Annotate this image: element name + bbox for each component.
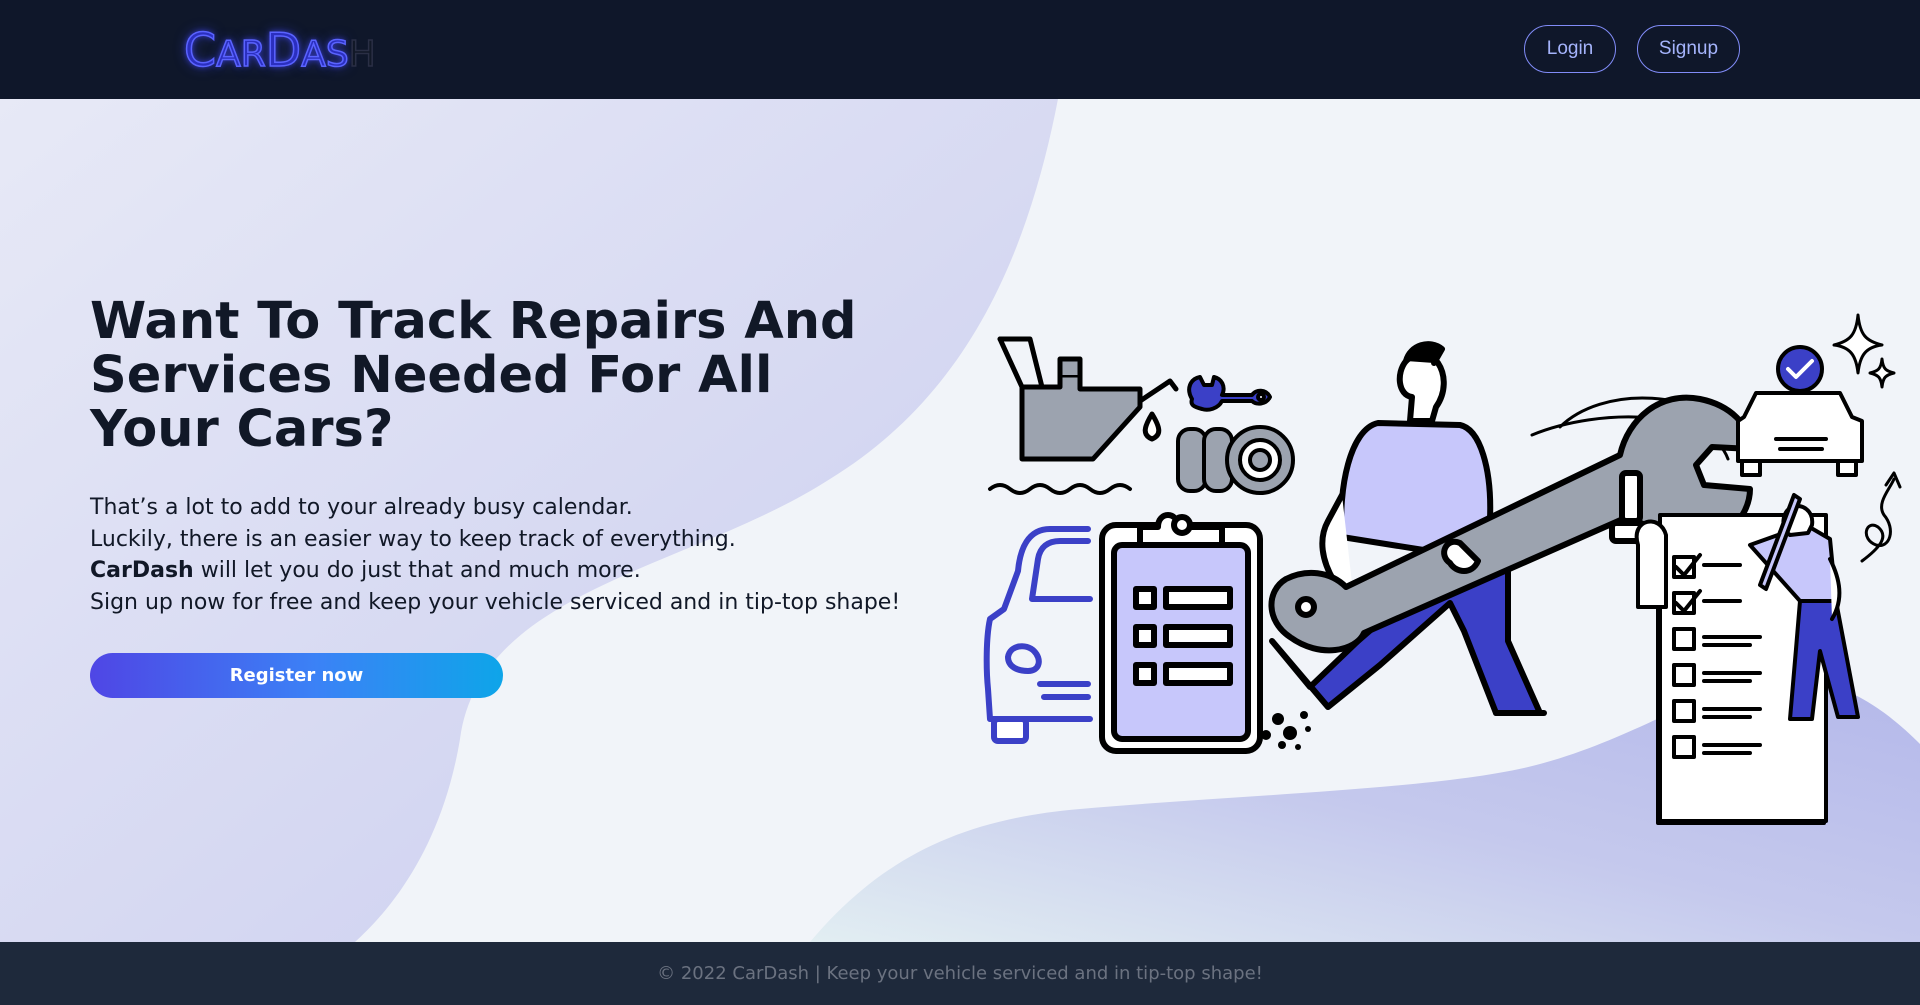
sparkle-icon [1832, 313, 1896, 389]
login-button[interactable]: Login [1524, 25, 1616, 73]
hero-description: That’s a lot to add to your already busy… [90, 492, 950, 618]
description-line: CarDash will let you do just that and mu… [90, 555, 950, 587]
verified-car-icon [1736, 345, 1864, 477]
hero-section: Want To Track Repairs And Services Neede… [0, 99, 1920, 942]
description-line: That’s a lot to add to your already busy… [90, 495, 633, 520]
register-now-button[interactable]: Register now [90, 653, 503, 698]
description-line: Sign up now for free and keep your vehic… [90, 589, 901, 615]
dirt-dots-icon [1257, 711, 1311, 750]
footer: © 2022 CarDash | Keep your vehicle servi… [0, 942, 1920, 1005]
tires-icon [1176, 425, 1295, 495]
logo-letter: H [348, 33, 377, 76]
footer-text: © 2022 CarDash | Keep your vehicle servi… [657, 963, 1263, 984]
top-navbar: CARDASH Login Signup [0, 0, 1920, 99]
logo-letter: AS [300, 33, 349, 76]
brand-name: CarDash [90, 558, 194, 583]
car-service-illustration [983, 313, 1902, 825]
cardash-logo[interactable]: CARDASH [183, 23, 377, 81]
squiggle-arrow-icon [1860, 471, 1902, 563]
signup-button[interactable]: Signup [1637, 25, 1740, 73]
logo-letter: AR [215, 33, 266, 76]
clipboard-icon [1099, 512, 1263, 754]
wavy-line-icon [988, 483, 1132, 495]
small-wrench-icon [1187, 375, 1272, 412]
logo-letter: C [183, 23, 217, 77]
oil-can-icon [997, 336, 1179, 462]
description-line: Luckily, there is an easier way to keep … [90, 526, 736, 552]
hero-headline: Want To Track Repairs And Services Neede… [90, 292, 857, 459]
car-icon [983, 526, 1093, 744]
description-text: will let you do just that and much more. [193, 558, 641, 583]
logo-letter: D [265, 23, 302, 77]
